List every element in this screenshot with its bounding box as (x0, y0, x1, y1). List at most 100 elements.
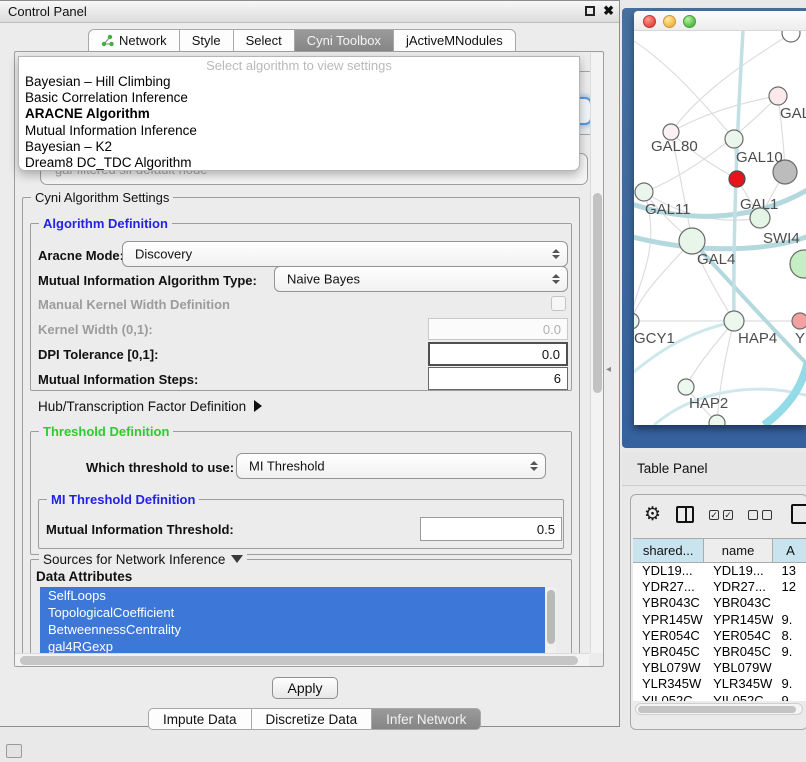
select-all-checkbox-icon[interactable]: ✓ (709, 510, 719, 520)
deselect-all-checkbox-icon[interactable] (748, 510, 758, 520)
close-icon[interactable]: ✖ (603, 3, 614, 19)
kernel-width-field[interactable]: 0.0 (428, 318, 568, 340)
select-all-checkbox-icon[interactable]: ✓ (723, 510, 733, 520)
network-node[interactable] (725, 130, 743, 148)
network-node-label: GAL10 (736, 149, 783, 166)
aracne-mode-combobox[interactable]: Discovery (122, 241, 568, 267)
stepper-arrows-icon (552, 274, 560, 284)
table-row[interactable]: YIL052CYIL052C9. (633, 693, 806, 702)
aracne-mode-value: Discovery (135, 247, 192, 262)
table-row[interactable]: YLR345WYLR345W9. (633, 676, 806, 692)
algorithm-option[interactable]: Bayesian – Hill Climbing (19, 74, 579, 90)
network-node-label: GAL (780, 105, 806, 122)
network-canvas[interactable]: GALGAL80GAL10GAL1GAL11SWI4GAL4GCY1HAP4YH… (634, 31, 806, 425)
column-header-shared[interactable]: shared... (633, 539, 704, 562)
table-cell: YBR043C (633, 595, 704, 611)
control-panel-window: Control Panel ✖ NetworkStyle Select Cyni T… (0, 0, 620, 727)
table-row[interactable]: YBR045CYBR045C9. (633, 644, 806, 660)
table-horizontal-scrollbar[interactable] (635, 703, 803, 715)
zoom-traffic-light-icon[interactable] (683, 15, 696, 28)
hub-definition-toggle[interactable]: Hub/Transcription Factor Definition (38, 399, 262, 414)
which-threshold-combobox[interactable]: MI Threshold (236, 453, 546, 479)
table-cell: YDR27... (704, 579, 772, 595)
table-row[interactable]: YDR27...YDR27...12 (633, 579, 806, 595)
table-row[interactable]: YBL079WYBL079W (633, 660, 806, 676)
network-node-gcy1[interactable] (634, 313, 639, 329)
table-cell: YDR27... (633, 579, 704, 595)
hub-definition-label: Hub/Transcription Factor Definition (38, 399, 246, 414)
network-node-label: HAP4 (738, 330, 777, 347)
tab-jactivemnodules[interactable]: jActiveMNodules (393, 29, 516, 52)
column-layout-icon[interactable] (676, 506, 694, 523)
aracne-mode-label: Aracne Mode: (38, 248, 124, 263)
tab-select[interactable]: Select (233, 29, 294, 52)
table-panel-header: Table Panel (622, 452, 806, 486)
table-row[interactable]: YER054CYER054C8. (633, 628, 806, 644)
network-node-gal[interactable] (769, 87, 787, 105)
algorithm-option[interactable]: Mutual Information Inference (19, 123, 579, 139)
table-panel-title: Table Panel (637, 461, 708, 476)
stepper-arrows-icon (552, 249, 560, 259)
bottom-tab-discretize-data[interactable]: Discretize Data (251, 708, 372, 730)
expanded-arrow-icon (231, 555, 243, 563)
network-node[interactable] (782, 31, 800, 42)
algorithm-option[interactable]: Basic Correlation Inference (19, 90, 579, 106)
algorithm-option[interactable]: ARACNE Algorithm (19, 106, 579, 122)
apply-button[interactable]: Apply (272, 677, 338, 699)
sources-legend[interactable]: Sources for Network Inference (39, 552, 247, 567)
table-cell: 9. (773, 644, 806, 660)
algorithm-option[interactable]: Dream8 DC_TDC Algorithm (19, 155, 579, 171)
network-node[interactable] (709, 415, 725, 425)
table-cell: YLR345W (704, 676, 772, 692)
data-attribute-item[interactable]: SelfLoops (40, 587, 545, 604)
attr-list-scrollbar[interactable] (545, 587, 556, 659)
tab-cyni-toolbox[interactable]: Cyni Toolbox (294, 29, 393, 52)
data-attribute-item[interactable]: BetweennessCentrality (40, 621, 545, 638)
settings-horizontal-scrollbar[interactable] (15, 653, 589, 666)
which-threshold-label: Which threshold to use: (86, 460, 234, 475)
algorithm-option[interactable]: Bayesian – K2 (19, 139, 579, 155)
deselect-all-checkbox-icon[interactable] (762, 510, 772, 520)
mi-type-combobox[interactable]: Naive Bayes (274, 266, 568, 292)
panel-divider-grip[interactable]: ◂ (606, 364, 611, 375)
minimize-traffic-light-icon[interactable] (663, 15, 676, 28)
dpi-tolerance-field[interactable]: 0.0 (428, 342, 568, 366)
bottom-tab-infer-network[interactable]: Infer Network (371, 708, 481, 730)
data-attribute-item[interactable]: TopologicalCoefficient (40, 604, 545, 621)
table-cell: 13 (773, 563, 806, 579)
control-panel-titlebar: Control Panel ✖ (0, 1, 619, 23)
table-cell: YER054C (704, 628, 772, 644)
network-node[interactable] (790, 250, 806, 278)
close-traffic-light-icon[interactable] (643, 15, 656, 28)
dpi-tolerance-value: 0.0 (542, 347, 560, 362)
table-row[interactable]: YPR145WYPR145W9. (633, 612, 806, 628)
column-header-name[interactable]: name (704, 539, 773, 562)
network-node-gal1[interactable] (729, 171, 745, 187)
float-panel-icon[interactable] (585, 6, 595, 16)
table-row[interactable]: YDL19...YDL19...13 (633, 563, 806, 579)
tab-style[interactable]: Style (179, 29, 233, 52)
mi-steps-label: Mutual Information Steps: (38, 372, 198, 387)
network-node-swi4[interactable] (750, 208, 770, 228)
tab-network[interactable]: Network (88, 29, 179, 52)
bottom-tabs: Impute DataDiscretize DataInfer Network (148, 708, 481, 730)
bottom-tab-impute-data[interactable]: Impute Data (148, 708, 251, 730)
network-node-gal11[interactable] (635, 183, 653, 201)
tab-label: Select (246, 33, 282, 48)
data-attributes-list[interactable]: SelfLoopsTopologicalCoefficientBetweenne… (40, 587, 556, 659)
network-node-hap4[interactable] (724, 311, 744, 331)
manual-kernel-checkbox[interactable] (551, 296, 566, 311)
settings-vertical-scrollbar[interactable] (590, 53, 603, 653)
table-cell: YIL052C (704, 693, 772, 702)
tab-label: Cyni Toolbox (307, 33, 381, 48)
table-cell: YDL19... (633, 563, 704, 579)
gear-icon[interactable]: ⚙ (644, 503, 661, 526)
mi-threshold-field[interactable]: 0.5 (420, 517, 562, 541)
table-function-icon[interactable] (791, 504, 806, 524)
collapsed-panel-button[interactable] (6, 744, 22, 758)
mi-steps-field[interactable]: 6 (428, 367, 568, 390)
network-node-y[interactable] (792, 313, 806, 329)
column-header-a[interactable]: A (773, 539, 806, 562)
network-node-hap2[interactable] (678, 379, 694, 395)
table-row[interactable]: YBR043CYBR043C (633, 595, 806, 611)
